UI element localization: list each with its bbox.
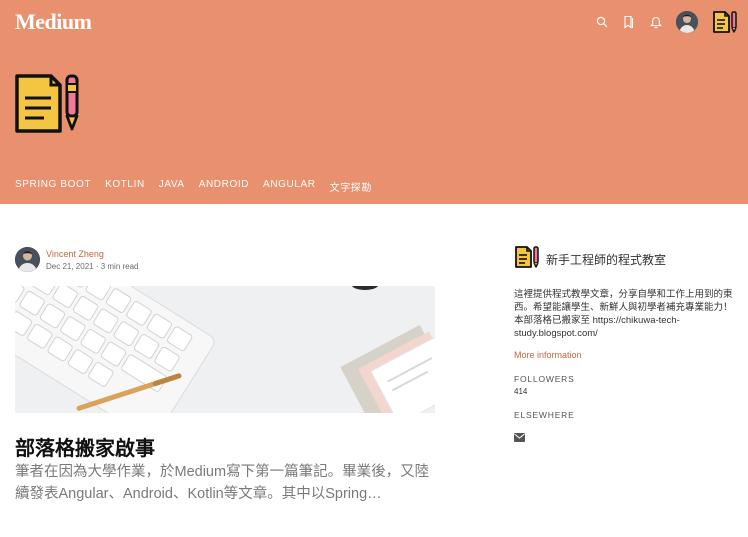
mail-icon[interactable] (514, 429, 734, 447)
publication-logo-large[interactable] (14, 72, 82, 141)
nav-item-kotlin[interactable]: KOTLIN (105, 179, 145, 194)
post-hero-image[interactable] (15, 286, 435, 413)
nav-item-java[interactable]: JAVA (159, 179, 185, 194)
author-name[interactable]: Vincent Zheng (46, 249, 139, 259)
elsewhere-label: Elsewhere (514, 410, 575, 420)
avatar[interactable] (676, 11, 698, 33)
post-author: Vincent Zheng Dec 21, 2021 · 3 min read (15, 247, 139, 272)
nav-item-spring-boot[interactable]: SPRING BOOT (15, 179, 91, 194)
publication-description: 這裡提供程式教學文章，分享自學和工作上用到的東西。希望能讓學生、新鮮人與初學者補… (514, 289, 733, 339)
bell-icon[interactable] (650, 16, 662, 29)
post-meta: Dec 21, 2021 · 3 min read (46, 261, 139, 271)
search-icon[interactable] (596, 16, 608, 28)
nav-item-angular[interactable]: ANGULAR (263, 179, 316, 194)
post-title[interactable]: 部落格搬家啟事 (15, 432, 155, 461)
post-excerpt[interactable]: 筆者在因為大學作業，於Medium寫下第一篇筆記。畢業後，又陸續發表Angula… (15, 461, 435, 505)
followers-label: Followers (514, 374, 575, 384)
publication-logo-icon[interactable] (514, 245, 540, 274)
publication-header: Medium SPRING BOOT KOTLIN JAVA ANDROID A… (0, 0, 748, 204)
author-avatar[interactable] (15, 247, 40, 272)
nav-item-text-mining[interactable]: 文字探勘 (330, 179, 372, 194)
top-toolbar (596, 9, 738, 35)
nav-item-android[interactable]: ANDROID (199, 179, 249, 194)
publication-logo-icon[interactable] (712, 10, 738, 34)
bookmark-icon[interactable] (622, 15, 636, 29)
publication-sidebar: 新手工程師的程式教室 這裡提供程式教學文章，分享自學和工作上用到的東西。希望能讓… (514, 245, 734, 447)
publication-name[interactable]: 新手工程師的程式教室 (546, 251, 666, 268)
medium-logo[interactable]: Medium (15, 9, 92, 35)
followers-count: 414 (514, 387, 528, 396)
publication-nav: SPRING BOOT KOTLIN JAVA ANDROID ANGULAR … (15, 179, 372, 194)
more-information-link[interactable]: More information (514, 350, 734, 360)
